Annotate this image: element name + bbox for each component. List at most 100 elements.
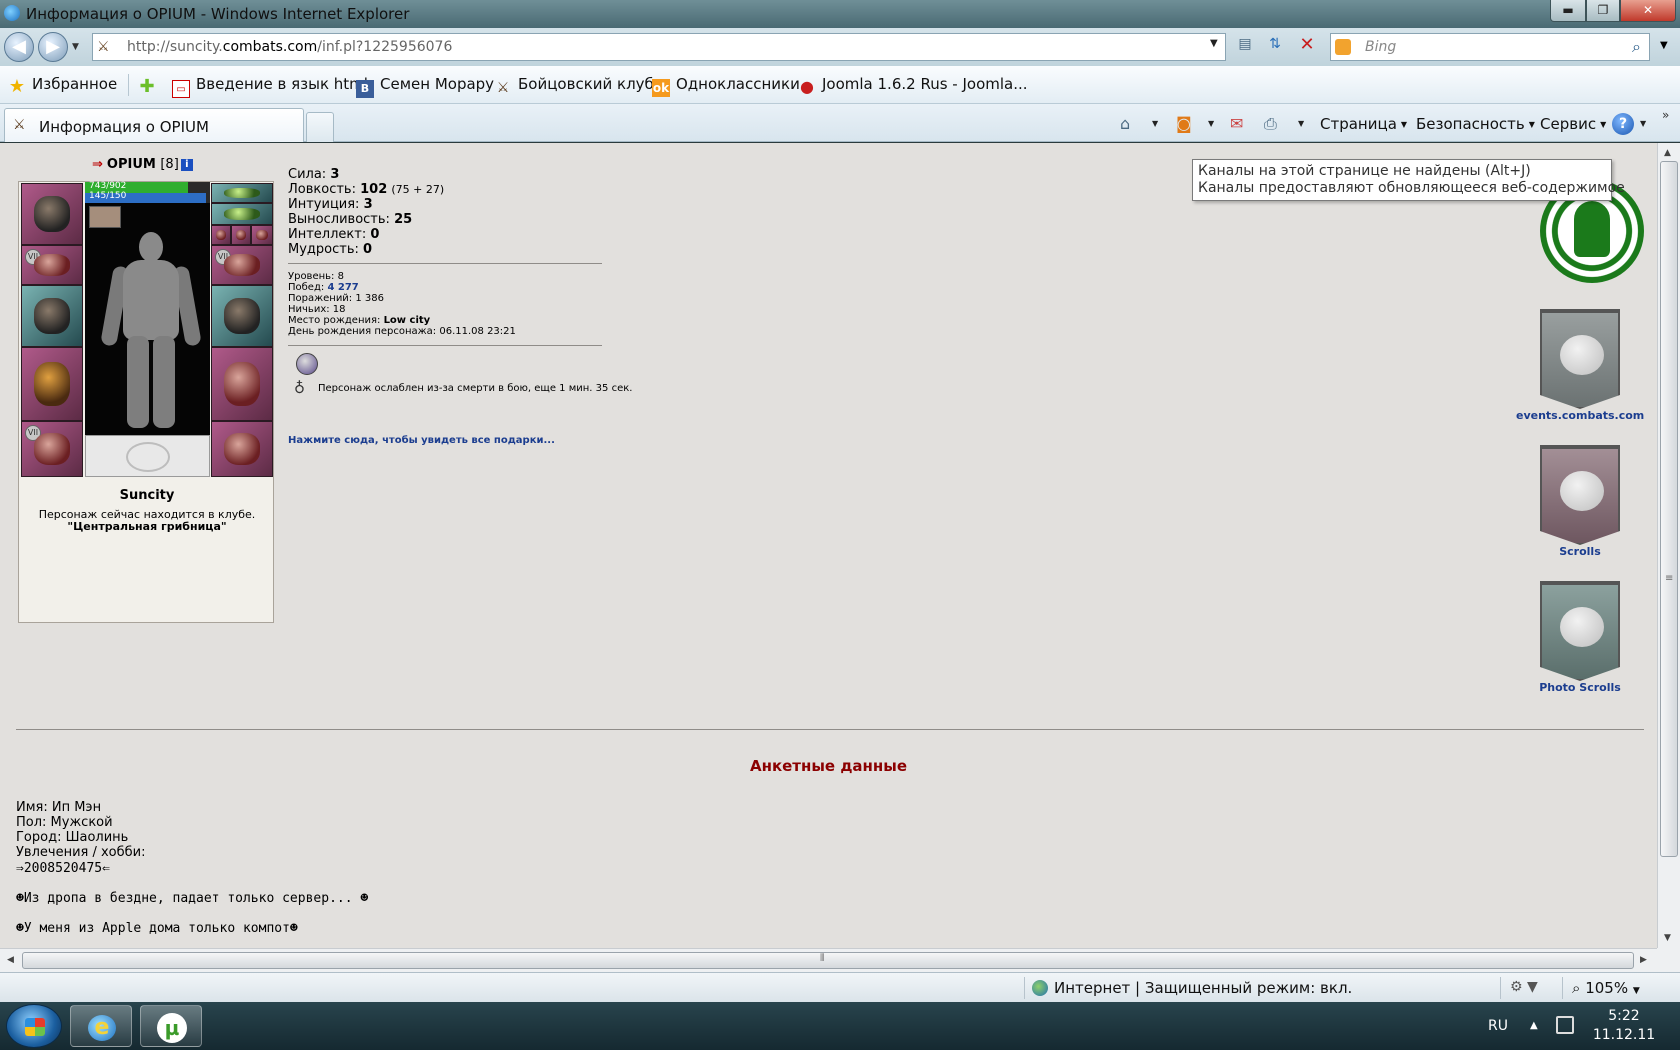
search-icon[interactable]: ⌕ [1632,37,1641,57]
sponsor-scrolls[interactable]: Scrolls [1528,445,1632,558]
security-zone[interactable]: Интернет | Защищенный режим: вкл. [1032,979,1352,997]
stat-strength: Сила: 3 [288,167,340,182]
sponsor-events[interactable]: events.combats.com [1516,309,1644,422]
girl-figure [1574,201,1610,257]
fist-icon [1560,471,1604,511]
shield-icon [224,298,260,334]
scroll-down-icon[interactable]: ▼ [1664,933,1671,943]
horizontal-scrollbar[interactable]: ◀ ⦀ ▶ [0,948,1657,972]
print-icon[interactable]: ⎙ [1264,114,1277,134]
minimize-button[interactable]: ▬ [1550,0,1586,22]
amulet-slot[interactable] [89,206,121,228]
sponsor-photo-scrolls-caption[interactable]: Photo Scrolls [1528,681,1632,694]
search-box[interactable]: Bing ⌕ [1330,33,1650,61]
necklace-slot[interactable] [211,203,273,225]
scroll-right-icon[interactable]: ▶ [1640,955,1647,965]
protected-mode-icon[interactable]: ⚙ ▼ [1510,979,1538,995]
ring-slot-3[interactable] [251,225,273,245]
tab-opium-info[interactable]: ⚔ Информация о OPIUM [4,108,304,142]
favorites-button[interactable]: ★ Избранное [8,75,117,96]
more-chevron-icon[interactable]: » [1662,108,1669,122]
profile-gender: Пол: Мужской [16,815,113,830]
character-doll: VII VII 743/902 145/150 VII Suncity Перс… [18,181,274,623]
weapon-slot[interactable] [21,285,83,347]
mail-icon[interactable]: ✉ [1230,114,1243,133]
info-losses: Поражений: 1 386 [288,293,384,304]
boots-slot[interactable] [211,421,273,477]
vertical-scrollbar[interactable]: ▲ ≡ ▼ [1657,143,1680,948]
address-dropdown-icon[interactable]: ▼ [1210,38,1218,49]
help-icon[interactable]: ? [1612,113,1634,135]
new-tab-button[interactable] [306,112,334,142]
horizontal-scroll-thumb[interactable] [22,952,1634,969]
ring-slot-1[interactable] [211,225,231,245]
help-dropdown-icon[interactable]: ▼ [1640,119,1646,128]
ring-slot-2[interactable] [231,225,251,245]
favorite-link-combats[interactable]: ⚔ Бойцовский клуб [494,75,654,97]
pants-slot[interactable] [211,347,273,421]
search-options-dropdown-icon[interactable]: ▼ [1660,40,1668,51]
chevron-down-icon: ▼ [1528,120,1535,129]
sponsor-photo-scrolls[interactable]: Photo Scrolls [1528,581,1632,694]
scroll-up-icon[interactable]: ▲ [1664,148,1671,158]
home-dropdown-icon[interactable]: ▼ [1152,119,1158,128]
safety-menu[interactable]: Безопасность ▼ [1416,115,1535,133]
print-dropdown-icon[interactable]: ▼ [1298,119,1304,128]
favorite-link-vk[interactable]: B Семен Морару [356,75,494,98]
add-favorite-button[interactable]: ✚ [138,75,162,96]
wins-link[interactable]: 4 277 [327,282,358,293]
close-button[interactable]: ✕ [1620,0,1676,22]
scroll-grip-icon: ≡ [1665,573,1674,584]
ring-icon [256,229,268,241]
back-button[interactable]: ◀ [4,32,34,62]
effect-text: Персонаж ослаблен из-за смерти в бою, ещ… [318,383,633,394]
banner-rod [1540,581,1620,585]
armor-icon [34,362,70,406]
sponsor-events-caption[interactable]: events.combats.com [1516,409,1644,422]
forward-button[interactable]: ▶ [38,32,68,62]
profile-line-quote-2: ☻У меня из Apple дома только компот☻ [16,921,298,936]
favorite-link-joomla[interactable]: ● Joomla 1.6.2 Rus - Joomla... [798,75,1028,96]
home-icon[interactable]: ⌂ [1120,114,1130,133]
address-bar[interactable]: ⚔ http://suncity.combats.com/inf.pl?1225… [92,33,1226,61]
clock[interactable]: 5:22 11.12.11 [1588,1007,1660,1045]
armor-slot[interactable] [21,347,83,421]
pants-icon [224,362,260,406]
bracers-slot[interactable]: VII [21,245,83,285]
helmet-slot[interactable] [21,183,83,245]
refresh-icon[interactable]: ⇅ [1262,36,1288,58]
badge-icon[interactable] [296,353,318,375]
maximize-button[interactable]: ❐ [1586,0,1620,22]
vertical-scroll-thumb[interactable] [1660,161,1678,857]
address-url[interactable]: http://suncity.combats.com/inf.pl?122595… [127,39,452,55]
shield-slot[interactable] [211,285,273,347]
start-button[interactable] [6,1004,62,1048]
stat-intellect: Интеллект: 0 [288,227,380,242]
favorite-link-ok[interactable]: ok Одноклассники [652,75,800,97]
page-menu[interactable]: Страница ▼ [1320,115,1407,133]
fist-emblem-icon [126,442,170,472]
language-indicator[interactable]: RU [1488,1018,1508,1034]
tools-menu[interactable]: Сервис ▼ [1540,115,1606,133]
sponsor-scrolls-caption[interactable]: Scrolls [1528,545,1632,558]
swords-icon: ⚔ [496,80,510,96]
taskbar-utorrent[interactable]: µ [140,1005,202,1047]
taskbar-internet-explorer[interactable]: e [70,1005,132,1047]
earring-slot[interactable] [211,183,273,203]
scroll-left-icon[interactable]: ◀ [7,955,14,965]
feeds-dropdown-icon[interactable]: ▼ [1208,119,1214,128]
network-icon[interactable] [1556,1016,1574,1034]
belt-slot[interactable]: VII [21,421,83,477]
show-hidden-icons-icon[interactable]: ▲ [1530,1020,1538,1031]
zoom-level[interactable]: ⌕ 105% ▼ [1572,979,1640,997]
gloves-slot[interactable]: VII [211,245,273,285]
stop-icon[interactable]: ✕ [1294,34,1320,56]
info-icon[interactable]: i [180,159,193,171]
feeds-icon[interactable]: ◙ [1176,114,1192,133]
recent-pages-dropdown-icon[interactable]: ▼ [72,42,79,52]
page-icon: ▭ [172,80,190,98]
tooltip-line-2: Каналы предоставляют обновляющееся веб-с… [1198,180,1625,196]
gifts-link[interactable]: Нажмите сюда, чтобы увидеть все подарки.… [288,435,555,446]
favorite-link-html[interactable]: ▭ Введение в язык html [172,75,368,98]
compatibility-view-icon[interactable]: ▤ [1232,36,1258,58]
